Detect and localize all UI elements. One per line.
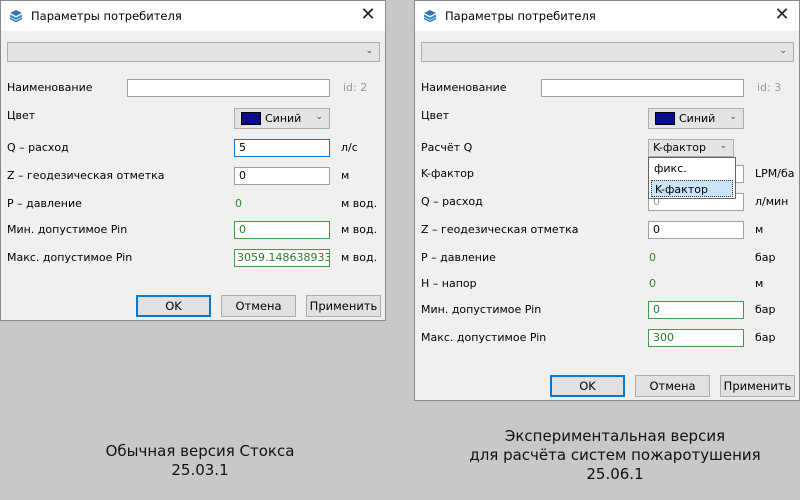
- max-pin-label: Макс. допустимое Pin: [421, 331, 547, 344]
- calc-q-label: Расчёт Q: [421, 141, 473, 154]
- dialog-title: Параметры потребителя: [445, 9, 596, 23]
- color-label: Цвет: [7, 109, 36, 122]
- flow-unit: л/с: [341, 141, 358, 154]
- max-pin-input[interactable]: 3059.1486389337: [234, 249, 330, 267]
- k-factor-unit: LPM/ба: [755, 167, 795, 180]
- id-label: id: 3: [757, 81, 782, 94]
- color-select[interactable]: Синий ⌄: [234, 108, 330, 129]
- elevation-input[interactable]: 0: [234, 167, 330, 185]
- min-pin-input[interactable]: 0: [234, 221, 330, 239]
- min-pin-unit: м вод. с: [341, 223, 381, 236]
- min-pin-input[interactable]: 0: [648, 301, 744, 319]
- pressure-unit: м вод. с: [341, 197, 381, 210]
- ok-button[interactable]: OK: [136, 295, 211, 317]
- left-caption-version: 25.03.1: [171, 461, 229, 479]
- cancel-button[interactable]: Отмена: [635, 375, 710, 397]
- pressure-value: 0: [649, 251, 656, 264]
- color-select[interactable]: Синий ⌄: [648, 108, 744, 129]
- right-caption-line1: Экспериментальная версия: [504, 427, 726, 445]
- chevron-down-icon: ⌄: [315, 112, 323, 122]
- name-input[interactable]: [541, 79, 744, 97]
- right-caption-version: 25.06.1: [586, 465, 644, 483]
- color-label: Цвет: [421, 109, 450, 122]
- elevation-unit: м: [341, 169, 350, 182]
- max-pin-unit: м вод. с: [341, 251, 381, 264]
- max-pin-unit: бар: [755, 331, 776, 344]
- apply-button[interactable]: Применить: [720, 375, 795, 397]
- right-caption: Экспериментальная версия для расчёта сис…: [440, 427, 790, 484]
- close-icon[interactable]: ✕: [773, 5, 791, 25]
- name-input[interactable]: [127, 79, 330, 97]
- dropdown-option-k-factor[interactable]: K-фактор: [651, 180, 733, 197]
- color-swatch: [241, 112, 261, 125]
- chevron-down-icon: ⌄: [365, 46, 373, 56]
- left-title-bar: Параметры потребителя ✕: [1, 1, 385, 31]
- template-select[interactable]: ⌄: [7, 42, 380, 62]
- right-title-bar: Параметры потребителя ✕: [415, 1, 799, 31]
- chevron-down-icon: ⌄: [729, 112, 737, 122]
- left-caption: Обычная версия Стокса 25.03.1: [60, 442, 340, 480]
- app-icon: [423, 10, 437, 23]
- template-select[interactable]: ⌄: [421, 42, 794, 62]
- cancel-button[interactable]: Отмена: [221, 295, 296, 317]
- name-label: Наименование: [7, 81, 93, 94]
- left-dialog: Параметры потребителя ✕ ⌄ Наименование i…: [0, 0, 386, 321]
- head-label: H – напор: [421, 277, 477, 290]
- head-value: 0: [649, 277, 656, 290]
- elevation-unit: м: [755, 223, 764, 236]
- max-pin-input[interactable]: 300: [648, 329, 744, 347]
- flow-label: Q – расход: [7, 141, 69, 154]
- right-caption-line2: для расчёта систем пожаротушения: [469, 446, 761, 464]
- flow-input[interactable]: 5: [234, 139, 330, 157]
- ok-button[interactable]: OK: [550, 375, 625, 397]
- right-dialog: Параметры потребителя ✕ ⌄ Наименование i…: [414, 0, 800, 401]
- color-name: Синий: [679, 112, 716, 125]
- min-pin-label: Мин. допустимое Pin: [7, 223, 128, 236]
- app-icon: [9, 10, 23, 23]
- head-unit: м: [755, 277, 764, 290]
- close-icon[interactable]: ✕: [359, 5, 377, 25]
- elevation-label: Z – геодезическая отметка: [421, 223, 579, 236]
- flow-label: Q – расход: [421, 195, 483, 208]
- calc-q-select[interactable]: K-фактор ⌄: [648, 139, 734, 157]
- color-swatch: [655, 112, 675, 125]
- calc-q-dropdown: фикс. K-фактор: [648, 157, 736, 199]
- min-pin-label: Мин. допустимое Pin: [421, 303, 542, 316]
- min-pin-unit: бар: [755, 303, 776, 316]
- k-factor-label: K-фактор: [421, 167, 474, 180]
- dropdown-option-fixed[interactable]: фикс.: [651, 160, 733, 177]
- dialog-title: Параметры потребителя: [31, 9, 182, 23]
- elevation-input[interactable]: 0: [648, 221, 744, 239]
- id-label: id: 2: [343, 81, 368, 94]
- pressure-value: 0: [235, 197, 242, 210]
- max-pin-label: Макс. допустимое Pin: [7, 251, 133, 264]
- flow-unit: л/мин: [755, 195, 789, 208]
- name-label: Наименование: [421, 81, 507, 94]
- pressure-label: P – давление: [7, 197, 82, 210]
- chevron-down-icon: ⌄: [779, 46, 787, 56]
- pressure-unit: бар: [755, 251, 776, 264]
- apply-button[interactable]: Применить: [306, 295, 381, 317]
- elevation-label: Z – геодезическая отметка: [7, 169, 165, 182]
- color-name: Синий: [265, 112, 302, 125]
- chevron-down-icon: ⌄: [719, 141, 727, 151]
- calc-q-value: K-фактор: [653, 141, 706, 154]
- pressure-label: P – давление: [421, 251, 496, 264]
- left-caption-line1: Обычная версия Стокса: [105, 442, 295, 460]
